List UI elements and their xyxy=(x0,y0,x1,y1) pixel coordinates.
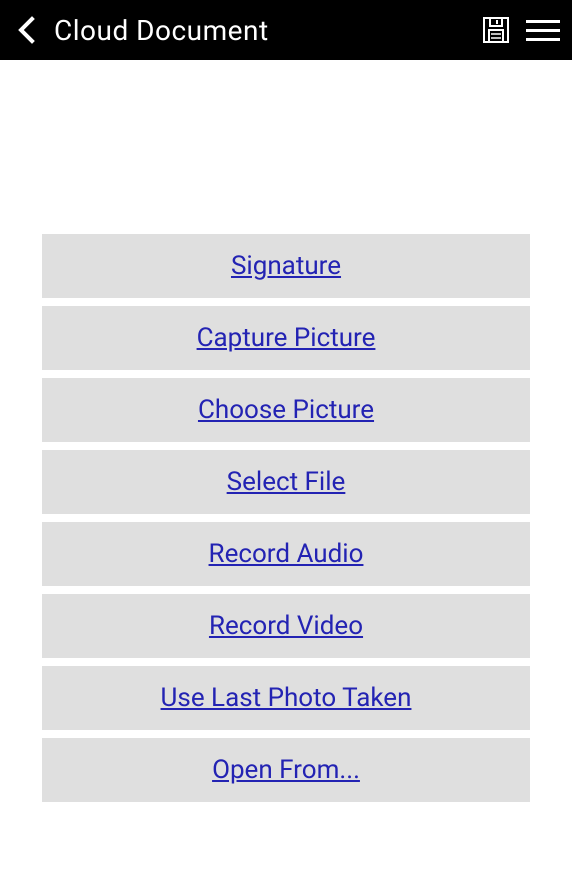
back-button[interactable] xyxy=(12,15,42,45)
capture-picture-button[interactable]: Capture Picture xyxy=(42,306,530,370)
choose-picture-label: Choose Picture xyxy=(198,395,374,425)
choose-picture-button[interactable]: Choose Picture xyxy=(42,378,530,442)
save-icon xyxy=(482,16,510,44)
use-last-photo-label: Use Last Photo Taken xyxy=(161,683,412,713)
open-from-label: Open From... xyxy=(212,755,360,785)
content-area: Signature Capture Picture Choose Picture… xyxy=(0,60,572,802)
record-video-button[interactable]: Record Video xyxy=(42,594,530,658)
record-audio-label: Record Audio xyxy=(209,539,364,569)
save-button[interactable] xyxy=(480,14,512,46)
hamburger-icon xyxy=(526,20,560,23)
chevron-left-icon xyxy=(16,16,38,44)
select-file-label: Select File xyxy=(227,467,346,497)
capture-picture-label: Capture Picture xyxy=(197,323,376,353)
record-audio-button[interactable]: Record Audio xyxy=(42,522,530,586)
signature-label: Signature xyxy=(231,251,341,281)
menu-button[interactable] xyxy=(526,16,560,44)
open-from-button[interactable]: Open From... xyxy=(42,738,530,802)
app-header: Cloud Document xyxy=(0,0,572,60)
use-last-photo-button[interactable]: Use Last Photo Taken xyxy=(42,666,530,730)
signature-button[interactable]: Signature xyxy=(42,234,530,298)
select-file-button[interactable]: Select File xyxy=(42,450,530,514)
record-video-label: Record Video xyxy=(209,611,363,641)
page-title: Cloud Document xyxy=(54,14,480,47)
